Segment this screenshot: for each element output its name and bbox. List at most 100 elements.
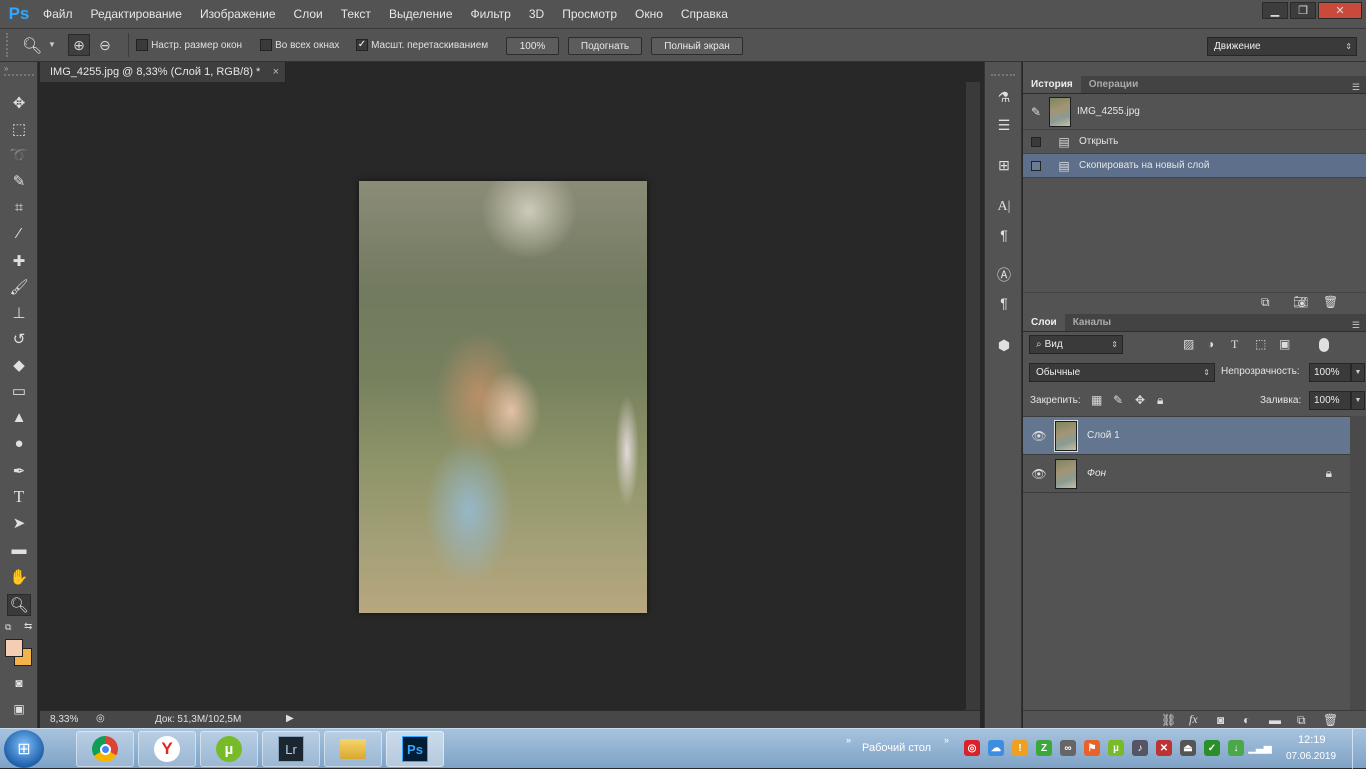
fit-screen-button[interactable]: Подогнать	[568, 37, 642, 55]
filter-type-icon[interactable]: T	[1231, 337, 1238, 352]
tray-flag-icon[interactable]: ⚑	[1084, 740, 1100, 756]
chevron-down-icon[interactable]: ▼	[48, 40, 56, 49]
layer-name[interactable]: Фон	[1087, 468, 1106, 479]
menu-window[interactable]: Окно	[626, 0, 672, 28]
close-button[interactable]: ✕	[1318, 2, 1362, 19]
3d-panel-icon[interactable]: ⬢	[993, 334, 1015, 356]
menu-help[interactable]: Справка	[672, 0, 737, 28]
tray-warning-icon[interactable]: !	[1012, 740, 1028, 756]
taskbar-app-photoshop[interactable]: Ps	[386, 731, 444, 767]
layer-name[interactable]: Слой 1	[1087, 430, 1120, 441]
default-colors-icon[interactable]: ⧉	[5, 622, 11, 633]
history-state-checkbox[interactable]	[1031, 160, 1041, 171]
new-group-folder-icon[interactable]: ▬	[1269, 713, 1281, 727]
tray-z-icon[interactable]: Z	[1036, 740, 1052, 756]
history-item-open[interactable]: ▤ Открыть	[1023, 130, 1366, 154]
zoom-tool-preset-icon[interactable]: 🔍︎	[22, 36, 42, 56]
history-item-duplicate-layer[interactable]: ▤ Скопировать на новый слой	[1023, 154, 1366, 178]
tray-download-icon[interactable]: ↓	[1228, 740, 1244, 756]
pen-tool-icon[interactable]: ✒	[7, 460, 31, 482]
clone-stamp-tool-icon[interactable]: ⊥	[7, 302, 31, 324]
menu-3d[interactable]: 3D	[520, 0, 553, 28]
healing-brush-tool-icon[interactable]: ✚	[7, 250, 31, 272]
vertical-scrollbar[interactable]	[966, 82, 980, 710]
crop-tool-icon[interactable]: ⌗	[7, 196, 31, 218]
new-document-from-state-icon[interactable]: ⧉	[1261, 295, 1270, 310]
new-layer-icon[interactable]: ⧉	[1297, 713, 1306, 728]
lock-transparent-icon[interactable]: ▦	[1091, 393, 1102, 407]
tab-actions[interactable]: Операции	[1081, 76, 1147, 93]
menu-type[interactable]: Текст	[332, 0, 380, 28]
blend-mode-select[interactable]: Обычные ⇕	[1029, 363, 1215, 382]
dodge-tool-icon[interactable]: ●	[7, 432, 31, 454]
type-tool-icon[interactable]: T	[7, 486, 31, 508]
taskbar-app-lightroom[interactable]: Lr	[262, 731, 320, 767]
path-selection-tool-icon[interactable]: ➤	[7, 512, 31, 534]
workspace-select[interactable]: Движение ⇕	[1207, 37, 1357, 56]
filter-toggle-switch[interactable]	[1319, 338, 1329, 352]
lasso-tool-icon[interactable]: ➰	[7, 144, 31, 166]
clock-date[interactable]: 07.06.2019	[1286, 751, 1336, 762]
trash-icon[interactable]: 🗑︎	[1323, 713, 1338, 727]
close-document-icon[interactable]: ×	[273, 66, 279, 78]
taskbar-app-chrome[interactable]	[76, 731, 134, 767]
trash-icon[interactable]: 🗑︎	[1323, 295, 1338, 309]
layer-style-fx-icon[interactable]: fx	[1189, 712, 1198, 727]
eraser-tool-icon[interactable]: ◆	[7, 354, 31, 376]
move-tool-icon[interactable]: ✥	[7, 92, 31, 114]
tray-link-icon[interactable]: ∞	[1060, 740, 1076, 756]
tray-cloud-icon[interactable]: ☁	[988, 740, 1004, 756]
eyedropper-tool-icon[interactable]: ⁄	[7, 222, 31, 244]
tray-volume-icon[interactable]: ♪	[1132, 740, 1148, 756]
all-windows-checkbox[interactable]	[260, 39, 272, 52]
tray-antivirus-icon[interactable]: ◎	[964, 740, 980, 756]
brush-tool-icon[interactable]: 🖌︎	[7, 276, 31, 298]
paragraph-styles-icon[interactable]: ¶	[993, 292, 1015, 314]
clock-time[interactable]: 12:19	[1298, 734, 1326, 746]
menu-image[interactable]: Изображение	[191, 0, 285, 28]
filter-shape-icon[interactable]: ⬚	[1255, 337, 1266, 351]
character-styles-icon[interactable]: Ⓐ	[993, 264, 1015, 286]
resize-windows-checkbox[interactable]	[136, 39, 148, 52]
tab-layers[interactable]: Слои	[1023, 314, 1065, 331]
zoom-out-icon[interactable]: ⊖	[94, 34, 116, 56]
fill-input[interactable]: 100%	[1309, 391, 1351, 410]
gradient-tool-icon[interactable]: ▭	[7, 380, 31, 402]
toolbar-expand-icon[interactable]: »	[944, 735, 949, 745]
blur-tool-icon[interactable]: ▲	[7, 406, 31, 428]
menu-select[interactable]: Выделение	[380, 0, 462, 28]
document-tab[interactable]: IMG_4255.jpg @ 8,33% (Слой 1, RGB/8) * ×	[40, 62, 286, 82]
full-screen-button[interactable]: Полный экран	[651, 37, 743, 55]
lock-pixels-icon[interactable]: ✎	[1113, 393, 1123, 407]
tray-signal-icon[interactable]: ▁▃▅	[1248, 740, 1271, 756]
screen-mode-icon[interactable]: ▣	[7, 698, 31, 720]
start-button[interactable]: ⊞	[4, 730, 44, 768]
lock-all-icon[interactable]: 🔒︎	[1157, 393, 1163, 408]
taskbar-app-utorrent[interactable]: µ	[200, 731, 258, 767]
tab-channels[interactable]: Каналы	[1065, 314, 1119, 331]
all-windows-option[interactable]: Во всех окнах	[260, 39, 339, 52]
quick-select-tool-icon[interactable]: ✎	[7, 170, 31, 192]
character-panel-icon[interactable]: A|	[993, 196, 1015, 218]
tray-check-icon[interactable]: ✓	[1204, 740, 1220, 756]
status-menu-arrow-icon[interactable]: ▶	[286, 713, 294, 724]
eye-visibility-icon[interactable]: 👁︎	[1023, 467, 1055, 481]
toolbar-expand-icon[interactable]: »	[846, 735, 851, 745]
zoom-level[interactable]: 8,33%	[50, 714, 78, 725]
filter-smart-object-icon[interactable]: ▣	[1279, 337, 1290, 351]
hand-tool-icon[interactable]: ✋	[7, 566, 31, 588]
marquee-tool-icon[interactable]: ⬚	[7, 118, 31, 140]
layer-row-background[interactable]: 👁︎ Фон 🔒︎	[1023, 455, 1350, 493]
filter-pixel-icon[interactable]: ▨	[1183, 337, 1194, 351]
foreground-color-swatch[interactable]	[5, 639, 23, 657]
camera-icon[interactable]: 📷︎	[1293, 295, 1308, 309]
taskbar-app-yandex[interactable]: Y	[138, 731, 196, 767]
layer-filter-select[interactable]: ⌕ Вид ⇕	[1029, 335, 1123, 354]
layers-scrollbar[interactable]	[1350, 416, 1366, 710]
canvas-area[interactable]	[40, 82, 966, 710]
menu-filter[interactable]: Фильтр	[462, 0, 520, 28]
lock-position-icon[interactable]: ✥	[1135, 393, 1145, 407]
add-mask-icon[interactable]: ◙	[1217, 713, 1224, 727]
fill-dropdown-icon[interactable]: ▼	[1351, 391, 1365, 410]
adjustment-layer-icon[interactable]: ◐	[1243, 713, 1250, 727]
